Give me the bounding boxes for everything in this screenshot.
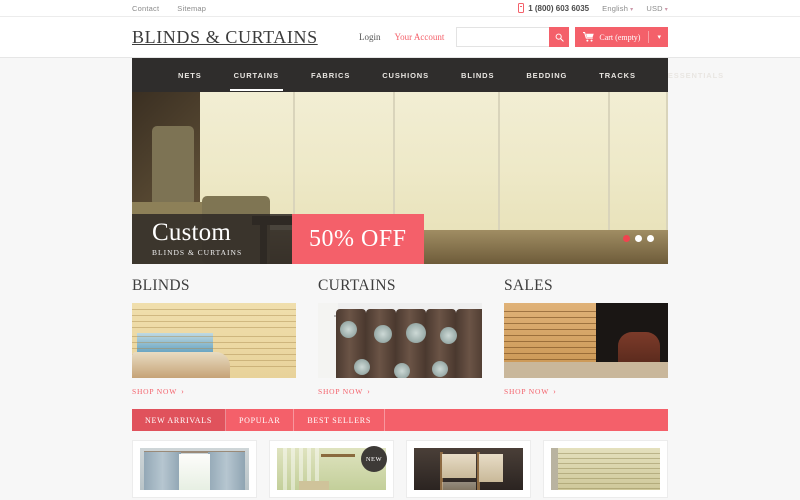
product-grid: NEW [0, 431, 800, 498]
hero-caption: Custom BLINDS & CURTAINS 50% OFF [132, 214, 424, 264]
category-title: SALES [504, 277, 553, 294]
nav-item-curtains[interactable]: CURTAINS [218, 60, 295, 91]
shop-now-sales[interactable]: SHOP NOW › [504, 387, 557, 396]
hero-subtitle: BLINDS & CURTAINS [152, 248, 243, 257]
hero-pagination [623, 235, 654, 242]
hero-title: Custom [152, 219, 231, 246]
top-link-sitemap[interactable]: Sitemap [177, 4, 206, 13]
cart-button[interactable]: Cart (empty) ▾ [575, 27, 668, 47]
category-blinds: BLINDS SHOP NOW › [132, 277, 296, 397]
category-title: CURTAINS [318, 277, 396, 294]
shop-now-label: SHOP NOW [132, 387, 178, 396]
shop-now-label: SHOP NOW [318, 387, 364, 396]
chevron-down-icon: ▾ [630, 6, 634, 13]
hero-caption-dark: Custom BLINDS & CURTAINS [132, 214, 292, 264]
chevron-down-icon: ▾ [664, 6, 668, 13]
shop-now-label: SHOP NOW [504, 387, 550, 396]
shop-now-blinds[interactable]: SHOP NOW › [132, 387, 185, 396]
main-navigation: NETS CURTAINS FABRICS CUSHIONS BLINDS BE… [132, 58, 723, 92]
cart-label: Cart (empty) [599, 32, 641, 42]
header-actions: Login Your Account Cart (empty) ▾ [359, 27, 668, 47]
search-form [456, 27, 570, 47]
language-label: English [602, 3, 629, 13]
category-curtains: CURTAINS SHOP NOW › [318, 277, 482, 397]
product-card-4[interactable] [543, 440, 668, 498]
language-selector[interactable]: English ▾ [602, 4, 633, 13]
product-card-3[interactable] [406, 440, 531, 498]
phone-number-text: 1 (800) 603 6035 [528, 3, 590, 13]
account-link[interactable]: Your Account [395, 32, 445, 42]
chevron-right-icon: › [553, 387, 557, 396]
hero-dot-2[interactable] [635, 235, 642, 242]
phone-icon [518, 3, 525, 13]
product-image-4 [551, 448, 660, 490]
category-image-blinds[interactable] [132, 303, 296, 378]
tab-best-sellers[interactable]: BEST SELLERS [294, 409, 385, 431]
category-title: BLINDS [132, 277, 190, 294]
page-root: Contact Sitemap 1 (800) 603 6035 English… [0, 0, 800, 500]
top-bar-links: Contact Sitemap [132, 4, 206, 13]
hero-dot-3[interactable] [647, 235, 654, 242]
nav-item-cushions[interactable]: CUSHIONS [366, 60, 445, 91]
currency-label: USD [646, 3, 663, 13]
category-image-curtains[interactable] [318, 303, 482, 378]
product-badge-new: NEW [361, 446, 387, 472]
nav-item-tracks[interactable]: TRACKS [583, 60, 652, 91]
nav-item-blinds[interactable]: BLINDS [445, 60, 510, 91]
search-icon [555, 33, 564, 42]
product-image-3 [414, 448, 523, 490]
product-card-2[interactable]: NEW [269, 440, 394, 498]
chevron-right-icon: › [367, 387, 371, 396]
shop-now-curtains[interactable]: SHOP NOW › [318, 387, 371, 396]
cart-icon [583, 32, 595, 42]
top-link-contact[interactable]: Contact [132, 4, 159, 13]
site-logo[interactable]: BLINDS & CURTAINS [132, 27, 318, 48]
top-bar-utilities: 1 (800) 603 6035 English ▾ USD ▾ [518, 3, 668, 13]
product-tabs-wrap: NEW ARRIVALS POPULAR BEST SELLERS [0, 397, 800, 431]
product-card-1[interactable] [132, 440, 257, 498]
hero-offer-badge: 50% OFF [292, 214, 424, 264]
nav-item-essentials[interactable]: ESSENTIALS [652, 60, 740, 91]
product-tabs: NEW ARRIVALS POPULAR BEST SELLERS [132, 409, 668, 431]
site-header: BLINDS & CURTAINS Login Your Account Car… [0, 17, 800, 58]
category-image-sales[interactable] [504, 303, 668, 378]
hero-wrap: Custom BLINDS & CURTAINS 50% OFF [0, 92, 800, 264]
category-section: BLINDS SHOP NOW › CURTAINS SHOP NOW › SA… [0, 264, 800, 397]
tab-new-arrivals[interactable]: NEW ARRIVALS [132, 409, 227, 431]
navigation-wrap: NETS CURTAINS FABRICS CUSHIONS BLINDS BE… [0, 58, 800, 92]
category-sales: SALES SHOP NOW › [504, 277, 668, 397]
top-bar: Contact Sitemap 1 (800) 603 6035 English… [0, 0, 800, 17]
search-input[interactable] [456, 27, 550, 47]
chevron-right-icon: › [181, 387, 185, 396]
nav-item-fabrics[interactable]: FABRICS [295, 60, 366, 91]
product-image-1 [140, 448, 249, 490]
hero-slider[interactable]: Custom BLINDS & CURTAINS 50% OFF [132, 92, 668, 264]
chevron-down-icon: ▾ [657, 34, 661, 41]
nav-item-nets[interactable]: NETS [162, 60, 218, 91]
cart-divider [648, 31, 650, 43]
search-button[interactable] [549, 27, 570, 47]
currency-selector[interactable]: USD ▾ [646, 4, 668, 13]
phone-number: 1 (800) 603 6035 [518, 3, 589, 13]
nav-item-bedding[interactable]: BEDDING [510, 60, 583, 91]
tab-popular[interactable]: POPULAR [226, 409, 295, 431]
hero-dot-1[interactable] [623, 235, 630, 242]
login-link[interactable]: Login [359, 32, 381, 42]
